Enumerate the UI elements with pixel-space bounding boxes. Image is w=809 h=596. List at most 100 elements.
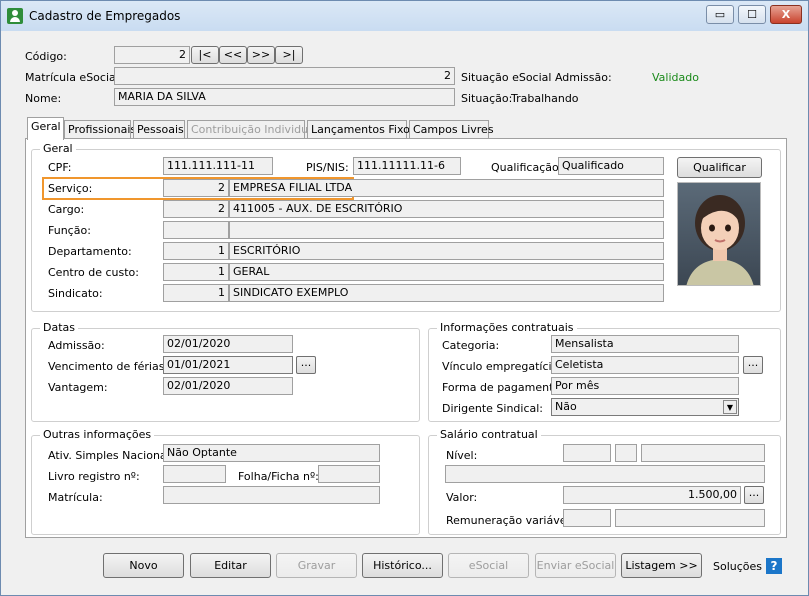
listagem-button[interactable]: Listagem >> bbox=[621, 553, 702, 578]
codigo-field[interactable]: 2 bbox=[114, 46, 190, 64]
funcao-label: Função: bbox=[48, 224, 91, 237]
matricula-field[interactable] bbox=[163, 486, 380, 504]
departamento-label: Departamento: bbox=[48, 245, 132, 258]
centro-custo-code-field[interactable]: 1 bbox=[163, 263, 229, 281]
qualificacao-field[interactable]: Qualificado bbox=[558, 157, 664, 175]
remuneracao-field-1[interactable] bbox=[563, 509, 611, 527]
valor-label: Valor: bbox=[446, 491, 478, 504]
qualificar-button[interactable]: Qualificar bbox=[677, 157, 762, 178]
centro-custo-desc-field[interactable]: GERAL bbox=[229, 263, 664, 281]
departamento-code-field[interactable]: 1 bbox=[163, 242, 229, 260]
tab-geral[interactable]: Geral bbox=[27, 117, 64, 140]
enviar-esocial-button[interactable]: Enviar eSocial bbox=[535, 553, 616, 578]
employee-photo[interactable] bbox=[677, 182, 761, 286]
gravar-button[interactable]: Gravar bbox=[276, 553, 357, 578]
employee-window: Cadastro de Empregados ▭ ☐ X Código: 2 |… bbox=[0, 0, 809, 596]
vinculo-lookup-button[interactable]: ... bbox=[743, 356, 763, 374]
historico-button[interactable]: Histórico... bbox=[362, 553, 443, 578]
vinculo-field[interactable]: Celetista bbox=[551, 356, 739, 374]
novo-button[interactable]: Novo bbox=[103, 553, 184, 578]
tab-lancamentos-fixos[interactable]: Lançamentos Fixos bbox=[307, 120, 416, 139]
first-record-button[interactable]: |< bbox=[191, 46, 219, 64]
geral-group-title: Geral bbox=[40, 142, 76, 155]
solucoes-link[interactable]: Soluções bbox=[713, 560, 762, 573]
dirigente-sindical-value: Não bbox=[555, 400, 577, 413]
employee-avatar-icon bbox=[686, 195, 754, 285]
nivel-field-1[interactable] bbox=[563, 444, 611, 462]
cpf-field[interactable]: 111.111.111-11 bbox=[163, 157, 273, 175]
maximize-button[interactable]: ☐ bbox=[738, 5, 766, 24]
categoria-field[interactable]: Mensalista bbox=[551, 335, 739, 353]
cargo-code-field[interactable]: 2 bbox=[163, 200, 229, 218]
vencimento-ferias-field[interactable]: 01/01/2021 bbox=[163, 356, 293, 374]
title-bar: Cadastro de Empregados ▭ ☐ X bbox=[1, 1, 808, 31]
vantagem-label: Vantagem: bbox=[48, 381, 108, 394]
cargo-label: Cargo: bbox=[48, 203, 85, 216]
person-app-icon bbox=[7, 8, 23, 24]
nivel-label: Nível: bbox=[446, 449, 478, 462]
simples-nacional-label: Ativ. Simples Nacional: bbox=[48, 449, 174, 462]
nome-label: Nome: bbox=[25, 92, 62, 105]
livro-registro-label: Livro registro nº: bbox=[48, 470, 140, 483]
nivel-field-2[interactable] bbox=[615, 444, 637, 462]
servico-code-field[interactable]: 2 bbox=[163, 179, 229, 197]
vencimento-ferias-label: Vencimento de férias: bbox=[48, 360, 169, 373]
sindicato-code-field[interactable]: 1 bbox=[163, 284, 229, 302]
tab-profissionais[interactable]: Profissionais bbox=[64, 120, 136, 139]
qualificacao-label: Qualificação: bbox=[491, 161, 563, 174]
forma-pagamento-field[interactable]: Por mês bbox=[551, 377, 739, 395]
situacao-value: Trabalhando bbox=[511, 92, 579, 105]
nome-field[interactable]: MARIA DA SILVA bbox=[114, 88, 455, 106]
contratuais-group-title: Informações contratuais bbox=[437, 321, 577, 334]
admissao-label: Admissão: bbox=[48, 339, 105, 352]
nivel-field-3[interactable] bbox=[641, 444, 765, 462]
servico-label: Serviço: bbox=[48, 182, 93, 195]
nivel-description-field[interactable] bbox=[445, 465, 765, 483]
datas-group-title: Datas bbox=[40, 321, 78, 334]
tab-pessoais[interactable]: Pessoais bbox=[133, 120, 185, 139]
esocial-button[interactable]: eSocial bbox=[448, 553, 529, 578]
forma-pagamento-label: Forma de pagamento: bbox=[442, 381, 564, 394]
tab-contribuicao-individual[interactable]: Contribuição Individual bbox=[187, 120, 318, 139]
window-title: Cadastro de Empregados bbox=[29, 9, 181, 23]
matricula-esocial-field[interactable]: 2 bbox=[114, 67, 455, 85]
valor-field[interactable]: 1.500,00 bbox=[563, 486, 741, 504]
vinculo-label: Vínculo empregatício: bbox=[442, 360, 563, 373]
situacao-esocial-value: Validado bbox=[652, 71, 699, 84]
pis-field[interactable]: 111.11111.11-6 bbox=[353, 157, 461, 175]
outras-group-title: Outras informações bbox=[40, 428, 155, 441]
servico-desc-field[interactable]: EMPRESA FILIAL LTDA bbox=[229, 179, 664, 197]
folha-ficha-label: Folha/Ficha nº: bbox=[238, 470, 319, 483]
vencimento-ferias-lookup-button[interactable]: ... bbox=[296, 356, 316, 374]
minimize-button[interactable]: ▭ bbox=[706, 5, 734, 24]
categoria-label: Categoria: bbox=[442, 339, 500, 352]
valor-lookup-button[interactable]: ... bbox=[744, 486, 764, 504]
prev-record-button[interactable]: << bbox=[219, 46, 247, 64]
admissao-field[interactable]: 02/01/2020 bbox=[163, 335, 293, 353]
remuneracao-field-2[interactable] bbox=[615, 509, 765, 527]
close-button[interactable]: X bbox=[770, 5, 802, 24]
last-record-button[interactable]: >| bbox=[275, 46, 303, 64]
departamento-desc-field[interactable]: ESCRITÓRIO bbox=[229, 242, 664, 260]
simples-nacional-field[interactable]: Não Optante bbox=[163, 444, 380, 462]
help-icon[interactable]: ? bbox=[766, 558, 782, 574]
tab-campos-livres[interactable]: Campos Livres bbox=[409, 120, 494, 139]
cargo-desc-field[interactable]: 411005 - AUX. DE ESCRITÓRIO bbox=[229, 200, 664, 218]
folha-ficha-field[interactable] bbox=[318, 465, 380, 483]
pis-label: PIS/NIS: bbox=[306, 161, 349, 174]
salario-group-title: Salário contratual bbox=[437, 428, 541, 441]
next-record-button[interactable]: >> bbox=[247, 46, 275, 64]
situacao-esocial-label: Situação eSocial Admissão: bbox=[461, 71, 612, 84]
sindicato-desc-field[interactable]: SINDICATO EXEMPLO bbox=[229, 284, 664, 302]
matricula-label: Matrícula: bbox=[48, 491, 103, 504]
cpf-label: CPF: bbox=[48, 161, 72, 174]
vantagem-field[interactable]: 02/01/2020 bbox=[163, 377, 293, 395]
dirigente-sindical-label: Dirigente Sindical: bbox=[442, 402, 544, 415]
editar-button[interactable]: Editar bbox=[190, 553, 271, 578]
chevron-down-icon[interactable]: ▼ bbox=[723, 400, 737, 414]
funcao-desc-field[interactable] bbox=[229, 221, 664, 239]
funcao-code-field[interactable] bbox=[163, 221, 229, 239]
centro-custo-label: Centro de custo: bbox=[48, 266, 139, 279]
livro-registro-field[interactable] bbox=[163, 465, 226, 483]
dirigente-sindical-select[interactable]: Não ▼ bbox=[551, 398, 739, 416]
